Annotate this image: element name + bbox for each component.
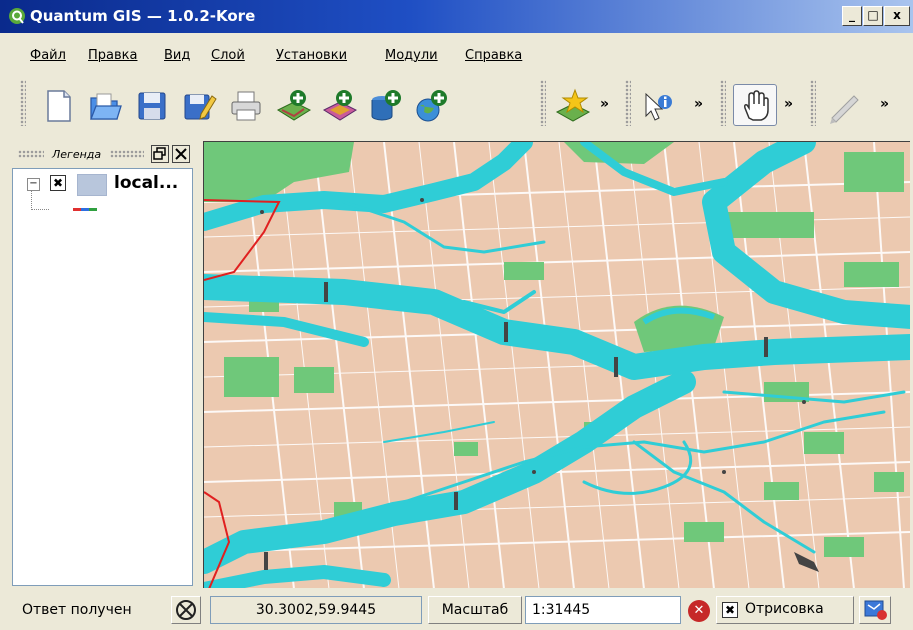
coordinate-toggle-button[interactable] — [171, 596, 201, 624]
minimize-button[interactable]: _ — [842, 6, 862, 26]
coordinate-capture-icon — [176, 600, 196, 620]
main-toolbar: » » » » — [0, 74, 913, 134]
legend-header: Легенда — [0, 141, 200, 167]
scale-label: Масштаб — [428, 596, 522, 624]
add-raster-layer-icon[interactable] — [322, 88, 358, 124]
qgis-logo-icon — [9, 8, 25, 24]
add-wms-layer-icon[interactable] — [414, 88, 450, 124]
toolbar-grip[interactable] — [720, 80, 726, 126]
dock-grip[interactable] — [110, 150, 144, 158]
maximize-button[interactable]: □ — [863, 6, 883, 26]
qgis-window: Quantum GIS — 1.0.2-Kore _ □ x Файл Прав… — [0, 0, 913, 630]
symbol-swatch — [73, 208, 97, 211]
coordinates-display: 30.3002,59.9445 — [210, 596, 422, 624]
stop-render-icon[interactable]: ✕ — [688, 600, 710, 622]
pan-button[interactable] — [733, 84, 777, 126]
menu-bar: Файл Правка Вид Слой Установки Модули Сп… — [0, 42, 913, 68]
projection-button[interactable] — [859, 596, 891, 624]
title-bar: Quantum GIS — 1.0.2-Kore _ □ x — [0, 0, 913, 33]
menu-edit[interactable]: Правка — [88, 48, 137, 63]
add-postgis-layer-icon[interactable] — [368, 88, 404, 124]
toolbar-overflow-button[interactable]: » — [694, 96, 703, 112]
menu-file[interactable]: Файл — [30, 48, 66, 63]
collapse-toggle[interactable]: − — [27, 178, 40, 191]
status-message: Ответ получен — [22, 602, 132, 618]
toolbar-grip[interactable] — [540, 80, 546, 126]
identify-icon[interactable] — [640, 88, 676, 124]
toolbar-grip[interactable] — [20, 80, 26, 126]
digitize-icon[interactable] — [826, 88, 862, 124]
save-as-icon[interactable] — [181, 88, 217, 124]
layer-visibility-checkbox[interactable]: ✖ — [50, 175, 66, 191]
save-project-icon[interactable] — [134, 88, 170, 124]
legend-title: Легенда — [52, 148, 102, 161]
projection-icon — [864, 600, 887, 620]
layer-icon — [77, 174, 107, 196]
close-icon — [175, 148, 187, 160]
add-vector-layer-icon[interactable] — [276, 88, 312, 124]
pan-icon — [744, 90, 769, 121]
menu-view[interactable]: Вид — [164, 48, 190, 63]
layer-name[interactable]: local... — [114, 173, 178, 193]
scale-input[interactable]: 1:31445 — [525, 596, 681, 624]
open-project-icon[interactable] — [87, 88, 123, 124]
map-canvas[interactable] — [203, 141, 910, 588]
toolbar-grip[interactable] — [810, 80, 816, 126]
render-toggle[interactable]: ✖ Отрисовка — [716, 596, 854, 624]
tree-line — [31, 209, 49, 211]
toolbar-overflow-button[interactable]: » — [784, 96, 793, 112]
menu-settings[interactable]: Установки — [276, 48, 347, 63]
status-bar: Ответ получен 30.3002,59.9445 Масштаб 1:… — [0, 592, 913, 630]
window-title: Quantum GIS — 1.0.2-Kore — [30, 7, 256, 25]
toolbar-overflow-button[interactable]: » — [600, 96, 609, 112]
dock-close-button[interactable] — [172, 145, 190, 163]
print-icon[interactable] — [228, 88, 264, 124]
legend-panel: − ✖ local... — [12, 168, 193, 586]
menu-plugins[interactable]: Модули — [385, 48, 438, 63]
new-bookmark-icon[interactable] — [555, 88, 591, 124]
render-label: Отрисовка — [745, 601, 824, 617]
render-checkbox[interactable]: ✖ — [722, 602, 738, 618]
toolbar-overflow-button[interactable]: » — [880, 96, 889, 112]
close-button[interactable]: x — [884, 6, 910, 26]
dock-grip[interactable] — [18, 150, 44, 158]
float-icon — [153, 147, 166, 160]
new-project-icon[interactable] — [40, 88, 76, 124]
menu-layer[interactable]: Слой — [211, 48, 245, 63]
tree-line — [31, 190, 33, 210]
city-map — [204, 142, 910, 588]
menu-help[interactable]: Справка — [465, 48, 522, 63]
dock-float-button[interactable] — [151, 145, 169, 163]
toolbar-grip[interactable] — [625, 80, 631, 126]
